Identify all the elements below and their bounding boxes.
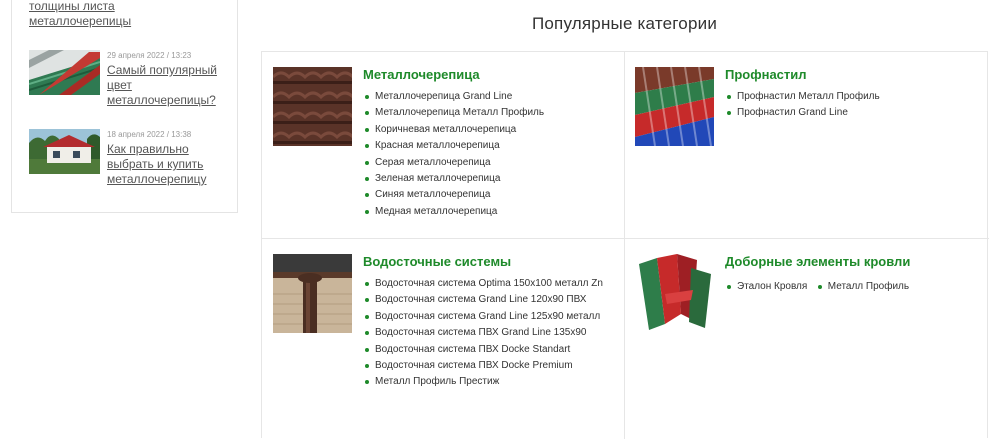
category-image[interactable] (273, 67, 352, 146)
divider (624, 52, 625, 439)
category-item-link[interactable]: Металл Профиль Престиж (363, 374, 613, 390)
category-item-link[interactable]: Медная металлочерепица (363, 204, 613, 220)
article-date: 29 апреля 2022 / 13:23 (107, 51, 192, 60)
category-item-link[interactable]: Серая металлочерепица (363, 155, 613, 171)
category-item-link[interactable]: Зеленая металлочерепица (363, 171, 613, 187)
article-thumbnail[interactable] (29, 50, 100, 95)
category-item-link[interactable]: Водосточная система ПВХ Grand Line 135x9… (363, 325, 613, 341)
category-item-link[interactable]: Водосточная система Optima 150x100 метал… (363, 276, 613, 292)
category-item-link[interactable]: Металл Профиль (816, 279, 909, 295)
category-item-link[interactable]: Профнастил Металл Профиль (725, 89, 975, 105)
category-item-link[interactable]: Водосточная система ПВХ Docke Premium (363, 358, 613, 374)
category-item-link[interactable]: Водосточная система ПВХ Docke Standart (363, 342, 613, 358)
category-image[interactable] (635, 254, 714, 333)
category-image[interactable] (635, 67, 714, 146)
category-item-link[interactable]: Металлочерепица Металл Профиль (363, 105, 613, 121)
category-item-link[interactable]: Красная металлочерепица (363, 138, 613, 154)
article-date: 18 апреля 2022 / 13:38 (107, 130, 192, 139)
category-item-link[interactable]: Синяя металлочерепица (363, 187, 613, 203)
article-title-link[interactable]: Самый популярный цвет металлочерепицы? (107, 63, 229, 108)
category-item-link[interactable]: Коричневая металлочерепица (363, 122, 613, 138)
sidebar-articles: толщины листа металлочерепицы 29 апреля … (11, 0, 238, 213)
sidebar-top: толщины листа металлочерепицы (29, 0, 199, 29)
article-thumbnail[interactable] (29, 129, 100, 174)
article-title-link[interactable]: Как правильно выбрать и купить металлоче… (107, 142, 229, 187)
page-title: Популярные категории (531, 14, 718, 33)
category-item-link[interactable]: Водосточная система Grand Line 125x90 ме… (363, 309, 613, 325)
category-image[interactable] (273, 254, 352, 333)
sidebar-article-link[interactable]: толщины листа металлочерепицы (29, 0, 199, 29)
category-title-link[interactable]: Металлочерепица (363, 67, 613, 83)
category-title-link[interactable]: Водосточные системы (363, 254, 613, 270)
category-item-link[interactable]: Водосточная система Grand Line 120x90 ПВ… (363, 292, 613, 308)
category-item-link[interactable]: Эталон Кровля (725, 279, 807, 295)
category-item-link[interactable]: Металлочерепица Grand Line (363, 89, 613, 105)
categories-grid: Металлочерепица Металлочерепица Grand Li… (261, 51, 989, 439)
category-title-link[interactable]: Доборные элементы кровли (725, 254, 980, 270)
divider (262, 238, 989, 239)
category-title-link[interactable]: Профнастил (725, 67, 975, 83)
category-item-link[interactable]: Профнастил Grand Line (725, 105, 975, 121)
